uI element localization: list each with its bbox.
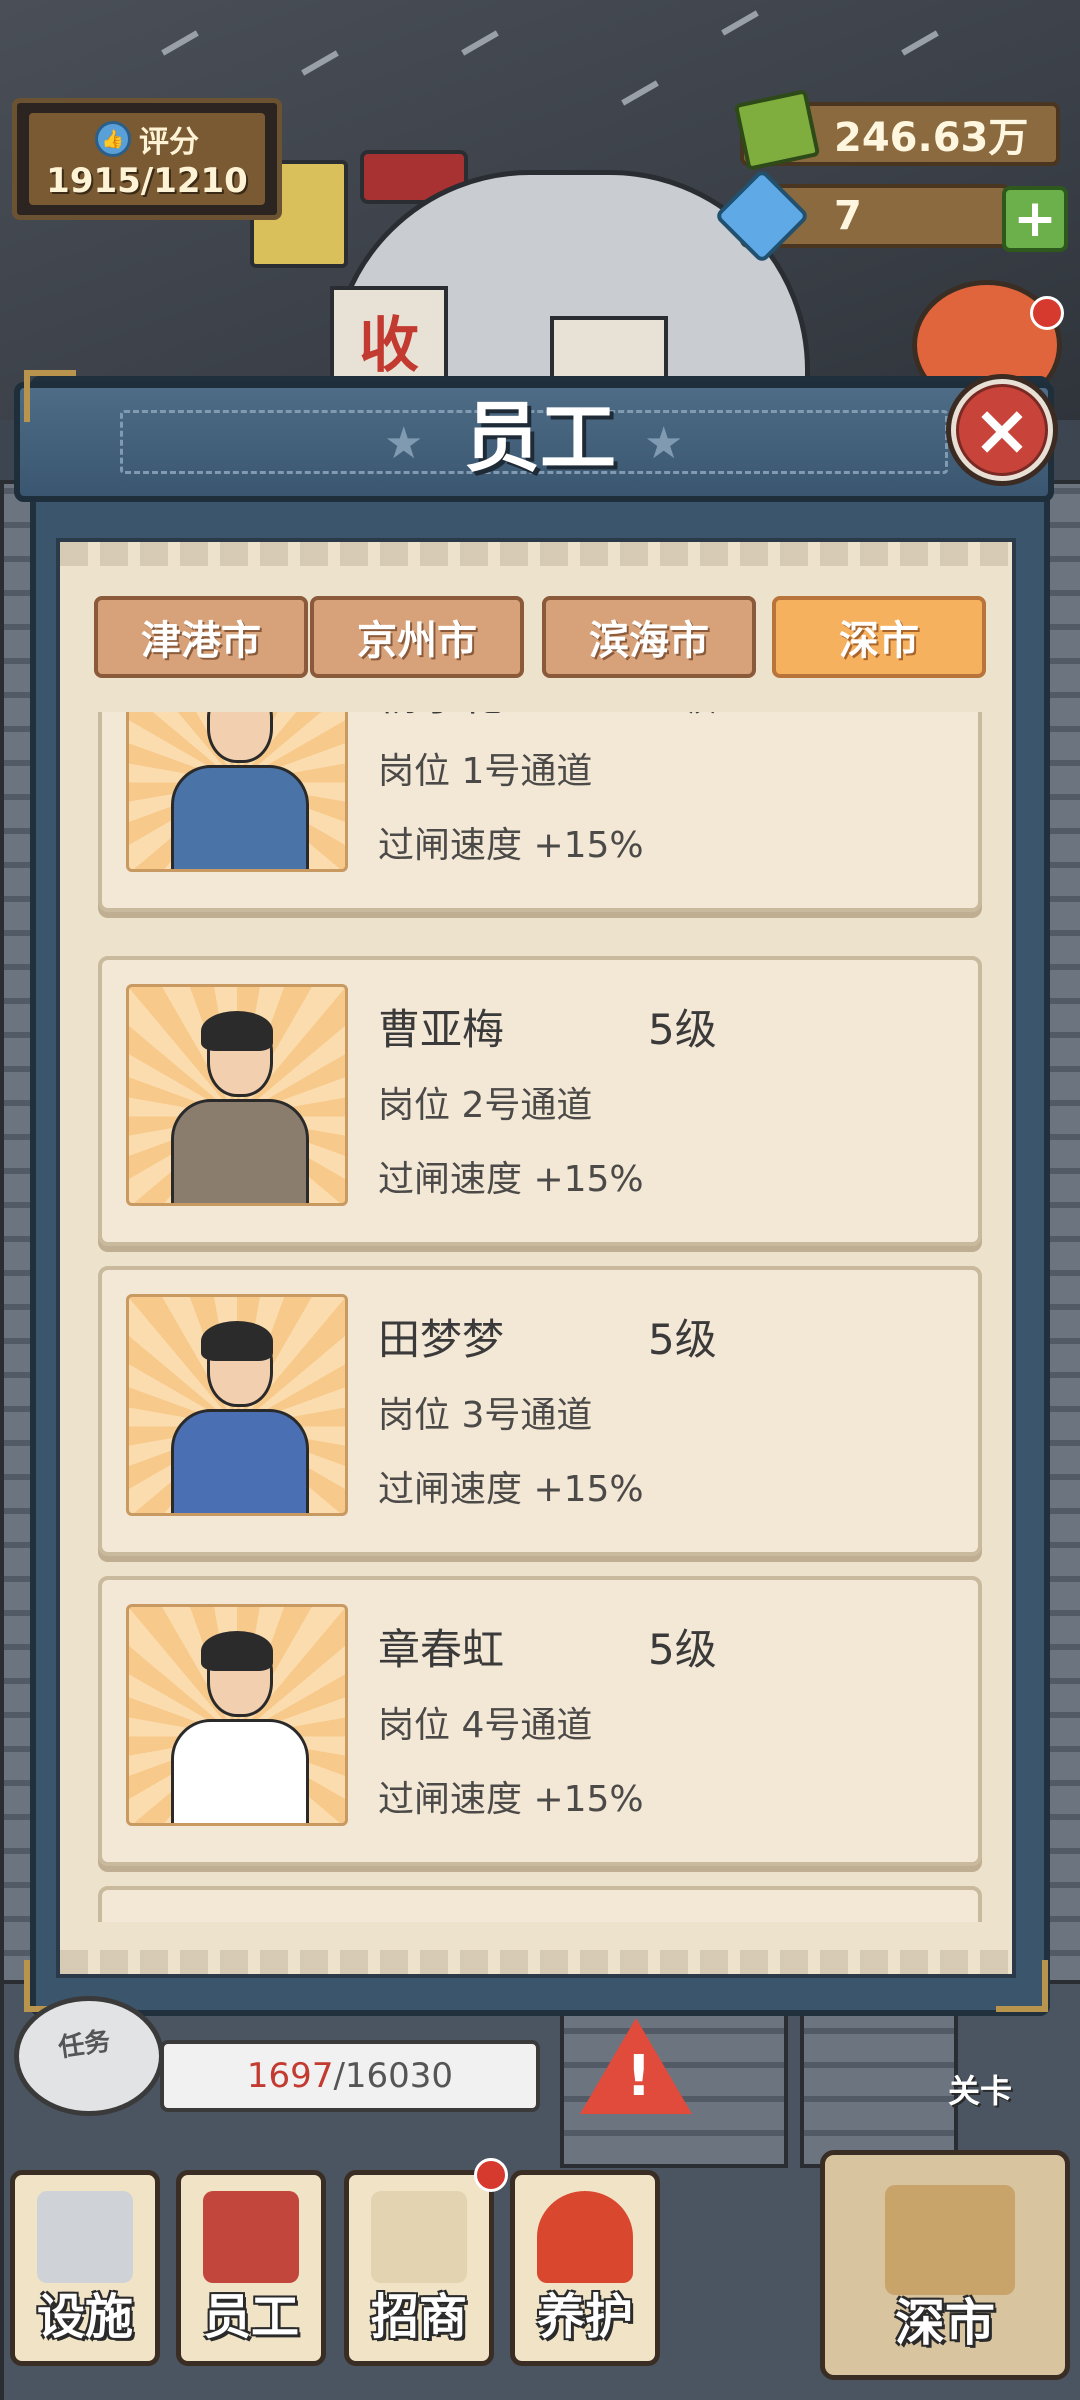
nav-staff-button[interactable]: 员工 [176,2170,326,2366]
employee-speed: 过闸速度 +15% [378,1469,644,1510]
paper-edge [60,1950,1012,1974]
employee-card[interactable]: 章春虹 5级 岗位 4号通道 过闸速度 +15% [98,1576,982,1866]
thumbs-up-icon: 👍 [95,121,131,157]
progress-total: /16030 [333,2056,454,2096]
close-icon: × [956,384,1048,476]
progress-current: 1697 [246,2056,334,2096]
tab-label: 津港市 [141,618,261,664]
employee-post: 岗位 2号通道 [378,1085,593,1126]
employee-portrait [126,1604,348,1826]
nav-label: 员工 [202,2289,299,2345]
task-progress: 1697/16030 [160,2040,540,2112]
employee-speed: 过闸速度 +15% [378,825,644,866]
employee-level: 5级 [648,712,717,723]
employee-level: 5级 [648,1625,717,1674]
paper-edge [60,542,1012,566]
employee-name: 章春虹 [378,1625,505,1674]
nav-facilities-button[interactable]: 设施 [10,2170,160,2366]
employee-speed: 过闸速度 +15% [378,1779,644,1820]
frame-corner [24,370,76,422]
employee-name: 田梦梦 [378,1315,505,1364]
employee-level: 5级 [648,1315,717,1364]
close-button[interactable]: × [946,374,1058,486]
money-value: 246.63万 [834,115,1029,161]
toll-gate-icon [885,2185,1015,2295]
score-value: 1915/1210 [46,161,248,201]
nav-investment-button[interactable]: 招商 [344,2170,494,2366]
camera-icon [37,2191,133,2283]
employee-card[interactable] [98,1886,982,1922]
city-label: 深市 [895,2294,995,2352]
tab-jingang[interactable]: 津港市 [94,596,308,678]
tab-label: 京州市 [357,618,477,664]
warning-mark: ! [626,2044,652,2109]
employee-portrait [126,712,348,872]
nav-label: 养护 [536,2289,633,2345]
employee-speed: 过闸速度 +15% [378,1159,644,1200]
hardhat-icon [537,2191,633,2283]
tab-label: 深市 [839,618,919,664]
notification-dot [1030,296,1064,330]
employee-name: 曹亚梅 [378,1005,505,1054]
employee-name: 杨小花 [378,712,504,723]
nav-label: 设施 [36,2289,133,2345]
nav-label: 招商 [370,2289,467,2345]
tab-jingzhou[interactable]: 京州市 [310,596,524,678]
tab-label: 滨海市 [589,618,709,664]
employee-card[interactable]: 曹亚梅 5级 岗位 2号通道 过闸速度 +15% [98,956,982,1246]
gem-value: 7 [834,193,862,239]
notification-dot [474,2158,508,2192]
employee-level: 5级 [648,1005,717,1054]
city-button[interactable]: 深市 [820,2150,1070,2380]
tab-binhai[interactable]: 滨海市 [542,596,756,678]
staff-icon [203,2191,299,2283]
add-gems-button[interactable]: + [1002,186,1068,252]
nav-maintenance-button[interactable]: 养护 [510,2170,660,2366]
employee-post: 岗位 3号通道 [378,1395,593,1436]
employee-post: 岗位 4号通道 [378,1705,593,1746]
employee-card[interactable]: 杨小花 5级 岗位 1号通道 过闸速度 +15% [98,712,982,912]
employee-portrait [126,1294,348,1516]
task-label: 任务 [56,2026,113,2064]
employee-list[interactable]: 杨小花 5级 岗位 1号通道 过闸速度 +15% 曹亚梅 5级 岗位 2号通道 … [88,712,990,1922]
employee-card[interactable]: 田梦梦 5级 岗位 3号通道 过闸速度 +15% [98,1266,982,1556]
dialog-title: 员工 [464,393,616,482]
billboard-icon [371,2191,467,2283]
employee-post: 岗位 1号通道 [378,751,593,792]
tab-shen[interactable]: 深市 [772,596,986,678]
score-panel[interactable]: 👍 评分 1915/1210 [12,98,282,220]
employee-portrait [126,984,348,1206]
level-label: 关卡 [948,2072,1013,2110]
score-label: 评分 [139,125,199,160]
